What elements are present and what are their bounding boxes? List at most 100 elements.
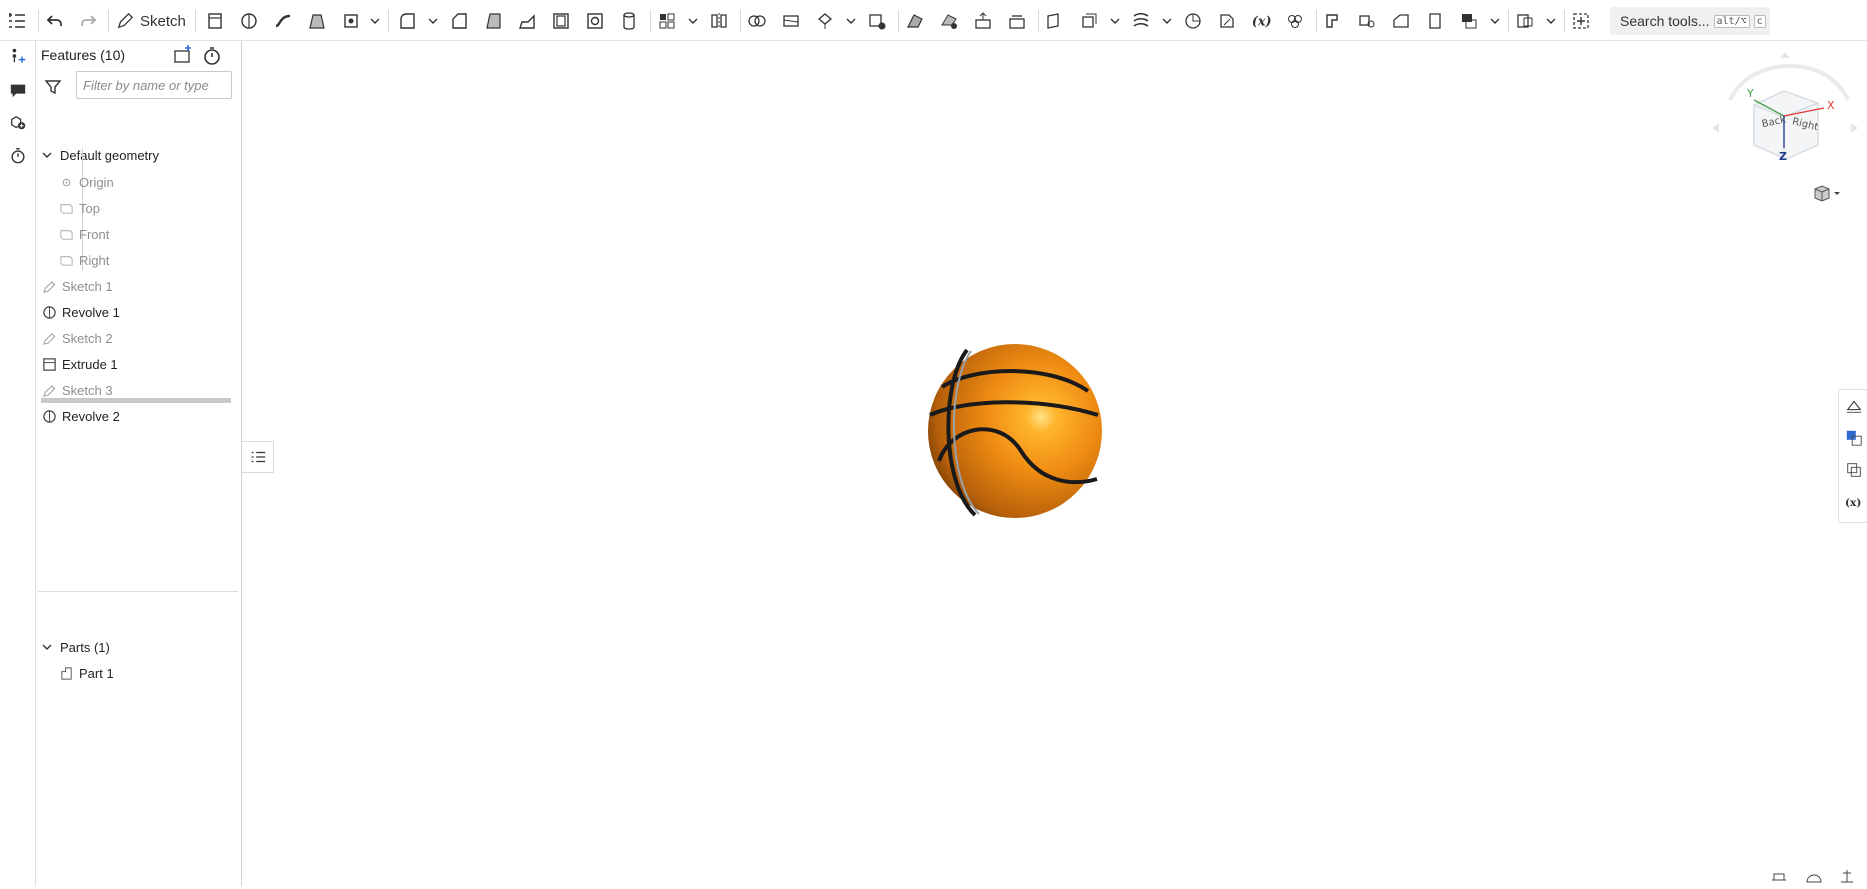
table-icon[interactable] (1458, 10, 1480, 32)
chevron-down-icon[interactable] (1490, 10, 1500, 32)
chevron-down-icon[interactable] (370, 10, 380, 32)
sketch-pencil-icon (117, 12, 134, 29)
variable-icon[interactable]: (x) (1250, 10, 1272, 32)
tree-item-front[interactable]: Front (36, 222, 262, 246)
default-geometry-label: Default geometry (60, 147, 159, 163)
origin-icon (58, 174, 74, 190)
part-item[interactable]: Part 1 (36, 661, 262, 685)
main-toolbar: Sketch (x) Search tools... alt/⌥ c (0, 0, 1867, 41)
drawing-icon[interactable] (1514, 10, 1536, 32)
thicken-icon[interactable] (340, 10, 362, 32)
helix-icon[interactable] (1130, 10, 1152, 32)
stopwatch-icon[interactable] (201, 45, 223, 67)
panel-toggle-button[interactable] (242, 441, 274, 473)
sketch-label: Sketch (140, 12, 186, 30)
revolve-icon[interactable] (238, 10, 260, 32)
feature-item-revolve-1[interactable]: Revolve 1 (36, 300, 245, 324)
add-custom-feature-icon[interactable] (1570, 10, 1592, 32)
hole-icon[interactable] (584, 10, 606, 32)
tree-item-origin[interactable]: Origin (36, 170, 262, 194)
mate-connector-icon[interactable] (1078, 10, 1100, 32)
sketch-button[interactable]: Sketch (116, 9, 186, 33)
feature-list-icon[interactable] (6, 10, 28, 32)
chevron-down-icon[interactable] (428, 10, 438, 32)
feature-item-revolve-2[interactable]: Revolve 2 (36, 404, 245, 428)
plane-icon (58, 200, 74, 216)
default-geometry-group[interactable]: Default geometry (36, 143, 240, 167)
split-icon[interactable] (780, 10, 802, 32)
frame-icon[interactable] (1356, 10, 1378, 32)
filter-input[interactable] (76, 71, 232, 99)
transform-icon[interactable] (814, 10, 836, 32)
add-feature-icon[interactable] (7, 45, 29, 67)
chevron-down-icon[interactable] (42, 150, 52, 160)
svg-text:(x): (x) (1845, 496, 1861, 509)
feature-label: Sketch 1 (62, 278, 113, 294)
mirror-icon[interactable] (708, 10, 730, 32)
loft-icon[interactable] (306, 10, 328, 32)
render-icon[interactable] (1805, 868, 1823, 884)
undo-icon[interactable] (44, 10, 66, 32)
cylinder-icon[interactable] (618, 10, 640, 32)
draft-icon[interactable] (482, 10, 504, 32)
feature-item-extrude-1[interactable]: Extrude 1 (36, 352, 245, 376)
view-parts-icon[interactable] (1843, 427, 1865, 449)
features-title: Features (10) (41, 47, 126, 63)
composite-icon[interactable] (1284, 10, 1306, 32)
chevron-down-icon[interactable] (1162, 10, 1172, 32)
parts-icon[interactable] (7, 112, 29, 134)
linear-pattern-icon[interactable] (656, 10, 678, 32)
add-folder-icon[interactable] (172, 45, 194, 67)
modify-fillet-icon[interactable] (904, 10, 926, 32)
axis-z-label: Z (1779, 150, 1787, 163)
fillet-icon[interactable] (396, 10, 418, 32)
replace-face-icon[interactable] (1006, 10, 1028, 32)
delete-face-icon[interactable] (938, 10, 960, 32)
chevron-down-icon[interactable] (1546, 10, 1556, 32)
chamfer-icon[interactable] (448, 10, 470, 32)
tree-item-top[interactable]: Top (36, 196, 262, 220)
extrude-icon (41, 356, 57, 372)
parts-header-label: Parts (1) (60, 639, 110, 655)
boolean-icon[interactable] (746, 10, 768, 32)
mass-props-icon[interactable] (1838, 868, 1856, 884)
rollback-bar[interactable] (41, 398, 231, 403)
feature-item-sketch-2[interactable]: Sketch 2 (36, 326, 245, 350)
sweep-icon[interactable] (272, 10, 294, 32)
chevron-down-icon[interactable] (42, 642, 52, 652)
redo-icon[interactable] (77, 10, 99, 32)
chevron-down-icon[interactable] (1110, 10, 1120, 32)
bend-icon[interactable] (1390, 10, 1412, 32)
move-face-icon[interactable] (972, 10, 994, 32)
section-view-icon[interactable] (1843, 459, 1865, 481)
rib-icon[interactable] (516, 10, 538, 32)
flange-icon[interactable] (1424, 10, 1446, 32)
svg-text:(x): (x) (1252, 14, 1271, 29)
filter-icon[interactable] (44, 78, 62, 96)
shortcut-alt: alt/⌥ (1713, 14, 1750, 28)
sketch-pencil-icon (41, 382, 57, 398)
basketball-model[interactable] (927, 343, 1103, 519)
sheet-metal-icon[interactable] (1322, 10, 1344, 32)
chevron-down-icon[interactable] (846, 10, 856, 32)
measure-icon[interactable] (1182, 10, 1204, 32)
feature-label: Revolve 1 (62, 304, 120, 320)
history-icon[interactable] (7, 145, 29, 167)
delete-part-icon[interactable] (866, 10, 888, 32)
parts-group[interactable]: Parts (1) (36, 635, 240, 659)
plane-icon[interactable] (1044, 10, 1066, 32)
configuration-icon[interactable]: (x) (1843, 491, 1865, 513)
appearance-icon[interactable] (1843, 395, 1865, 417)
variable-studio-icon[interactable] (1216, 10, 1238, 32)
chevron-down-icon[interactable] (688, 10, 698, 32)
view-mode-dropdown[interactable] (1812, 183, 1842, 205)
extrude-icon[interactable] (204, 10, 226, 32)
shell-icon[interactable] (550, 10, 572, 32)
view-cube[interactable]: Back Right Y X Z (1710, 50, 1860, 200)
tree-item-right[interactable]: Right (36, 248, 262, 272)
comment-icon[interactable] (7, 79, 29, 101)
search-tools-button[interactable]: Search tools... alt/⌥ c (1610, 7, 1770, 35)
measure-tool-icon[interactable] (1770, 868, 1788, 884)
feature-label: Extrude 1 (62, 356, 118, 372)
feature-item-sketch-1[interactable]: Sketch 1 (36, 274, 245, 298)
